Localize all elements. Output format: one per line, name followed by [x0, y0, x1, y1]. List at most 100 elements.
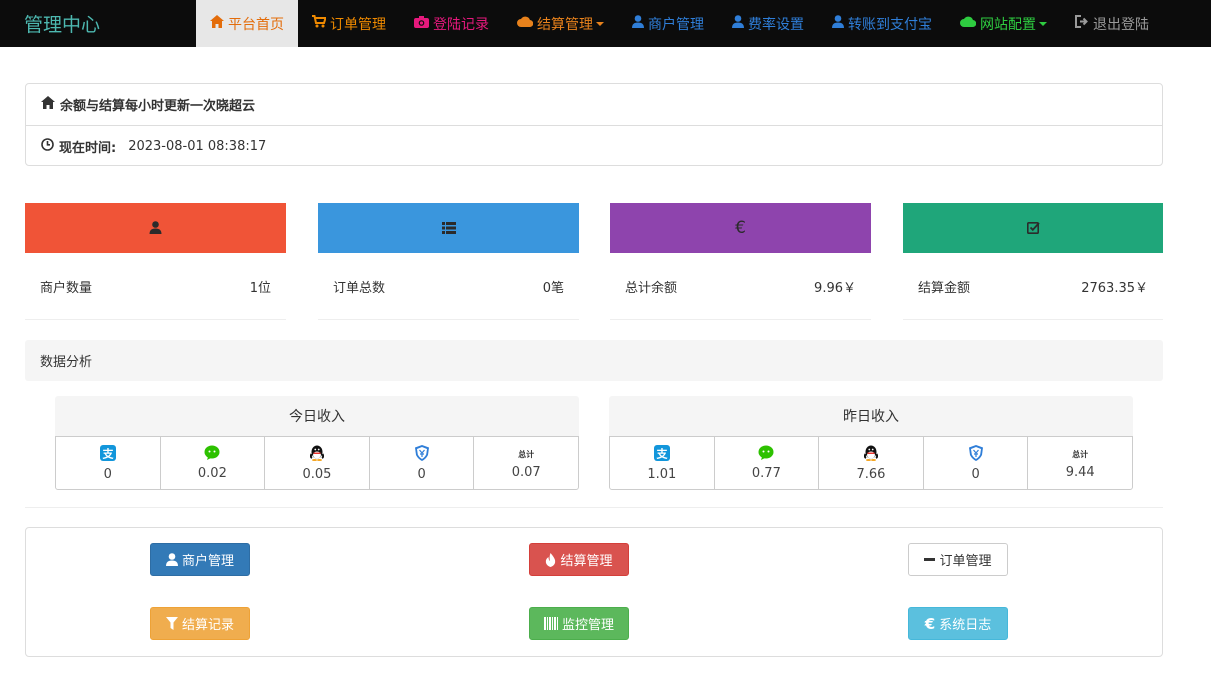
brand-title[interactable]: 管理中心 — [24, 10, 100, 37]
nav-item-orders[interactable]: 订单管理 — [298, 0, 400, 47]
settlement-management-button[interactable]: 结算管理 — [529, 543, 629, 576]
stat-card-header — [903, 203, 1163, 253]
stat-label: 商户数量 — [40, 281, 93, 296]
income-cell-shield: 0 — [922, 436, 1029, 490]
button-label: 商户管理 — [181, 554, 234, 569]
total-label: 总计 — [1072, 449, 1089, 459]
stat-value: 9.96￥ — [814, 281, 856, 296]
monitor-management-button[interactable]: 监控管理 — [529, 607, 629, 640]
button-label: 系统日志 — [939, 618, 992, 633]
time-label: 现在时间: — [59, 140, 117, 156]
nav-item-home[interactable]: 平台首页 — [196, 0, 298, 47]
stat-value: 2763.35￥ — [1081, 281, 1148, 296]
stat-card-orders: 订单总数 0笔 — [318, 203, 579, 320]
total-label: 总计 — [518, 449, 535, 459]
top-navbar: 管理中心 平台首页 订单管理 登陆记录 结算管理 商户管理 费率设置 转账到支付… — [0, 0, 1211, 47]
data-analysis-header: 数据分析 — [25, 340, 1163, 381]
income-value: 0.77 — [751, 466, 781, 481]
nav-label: 退出登陆 — [1093, 16, 1149, 33]
main-nav: 平台首页 订单管理 登陆记录 结算管理 商户管理 费率设置 转账到支付宝 网站配… — [196, 0, 1163, 47]
stat-card-header — [25, 203, 286, 253]
nav-label: 商户管理 — [648, 16, 704, 33]
nav-item-transfer-alipay[interactable]: 转账到支付宝 — [818, 0, 946, 47]
settlement-record-button[interactable]: 结算记录 — [150, 607, 250, 640]
stat-card-settled: 结算金额 2763.35￥ — [903, 203, 1163, 320]
income-value: 7.66 — [856, 466, 886, 482]
nav-item-login-log[interactable]: 登陆记录 — [400, 0, 503, 47]
user-icon — [632, 15, 644, 32]
today-income-table: 今日收入 支 0 0.02 0.05 0 总计 0.07 — [55, 396, 579, 490]
stat-value: 1位 — [249, 281, 271, 296]
section-divider — [25, 507, 1163, 508]
nav-label: 结算管理 — [537, 16, 593, 33]
income-cell-wechat: 0.77 — [713, 436, 820, 490]
stat-card-merchants: 商户数量 1位 — [25, 203, 286, 320]
nav-label: 平台首页 — [228, 16, 284, 33]
stat-label: 结算金额 — [918, 281, 971, 296]
time-row: 现在时间: 2023-08-01 08:38:17 — [26, 125, 1162, 166]
user-icon — [165, 553, 178, 566]
chevron-down-icon — [596, 21, 604, 26]
button-label: 订单管理 — [939, 554, 992, 569]
nav-item-site-config[interactable]: 网站配置 — [946, 0, 1061, 47]
yesterday-income-title: 昨日收入 — [609, 396, 1133, 436]
wechat-icon — [758, 445, 774, 464]
nav-item-settlement[interactable]: 结算管理 — [503, 0, 618, 47]
income-value: 1.01 — [647, 466, 677, 482]
income-cell-alipay: 支 0 — [55, 436, 161, 490]
nav-item-merchants[interactable]: 商户管理 — [618, 0, 718, 47]
logout-icon — [1075, 15, 1089, 32]
shield-icon — [968, 444, 983, 465]
income-cell-alipay: 支 1.01 — [609, 436, 715, 490]
quick-actions-panel: 商户管理 结算管理 订单管理 结算记录 监控管理 € 系统日志 — [25, 527, 1163, 657]
euro-icon: € — [735, 218, 746, 238]
stat-card-balance: € 总计余额 9.96￥ — [610, 203, 871, 320]
user-icon — [149, 219, 162, 238]
qq-icon — [863, 445, 879, 465]
nav-label: 转账到支付宝 — [848, 16, 932, 33]
cloud-icon — [960, 16, 977, 31]
stat-card-body: 商户数量 1位 — [25, 253, 286, 320]
income-value: 0 — [417, 466, 426, 482]
button-label: 结算记录 — [181, 618, 234, 633]
alipay-icon: 支 — [99, 444, 116, 465]
stat-card-header — [318, 203, 579, 253]
cart-icon — [312, 15, 327, 32]
income-value: 0.07 — [511, 464, 541, 480]
nav-item-logout[interactable]: 退出登陆 — [1061, 0, 1163, 47]
income-cell-total: 总计 9.44 — [1027, 436, 1133, 490]
income-cell-qq: 7.66 — [818, 436, 924, 490]
income-cell-shield: 0 — [368, 436, 475, 490]
svg-text:支: 支 — [655, 446, 668, 460]
wechat-icon — [204, 445, 220, 464]
nav-label: 网站配置 — [980, 16, 1036, 33]
user-icon — [832, 15, 844, 32]
income-cell-wechat: 0.02 — [159, 436, 266, 490]
stat-label: 订单总数 — [333, 281, 386, 296]
system-log-button[interactable]: € 系统日志 — [908, 607, 1008, 640]
stat-card-body: 总计余额 9.96￥ — [610, 253, 871, 320]
notice-text: 余额与结算每小时更新一次晓超云 — [60, 99, 256, 114]
order-management-button[interactable]: 订单管理 — [908, 543, 1008, 576]
nav-item-rate-settings[interactable]: 费率设置 — [718, 0, 818, 47]
euro-icon: € — [924, 614, 936, 633]
cloud-icon — [517, 16, 534, 31]
merchant-management-button[interactable]: 商户管理 — [150, 543, 250, 576]
svg-text:支: 支 — [101, 446, 114, 460]
info-panel: 余额与结算每小时更新一次晓超云 现在时间: 2023-08-01 08:38:1… — [25, 83, 1163, 166]
stat-card-body: 订单总数 0笔 — [318, 253, 579, 320]
home-icon — [41, 96, 55, 113]
barcode-icon — [543, 617, 558, 630]
stat-card-body: 结算金额 2763.35￥ — [903, 253, 1163, 320]
income-value: 0.05 — [302, 466, 332, 482]
fire-icon — [545, 552, 556, 567]
user-icon — [732, 15, 744, 32]
clock-icon — [41, 137, 54, 155]
income-value: 0 — [971, 466, 980, 482]
yesterday-income-table: 昨日收入 支 1.01 0.77 7.66 0 总计 9.44 — [609, 396, 1133, 490]
income-value: 0.02 — [197, 466, 227, 481]
button-label: 监控管理 — [561, 618, 614, 633]
notice-row: 余额与结算每小时更新一次晓超云 — [26, 84, 1162, 125]
stat-label: 总计余额 — [625, 281, 678, 296]
home-icon — [210, 15, 224, 32]
